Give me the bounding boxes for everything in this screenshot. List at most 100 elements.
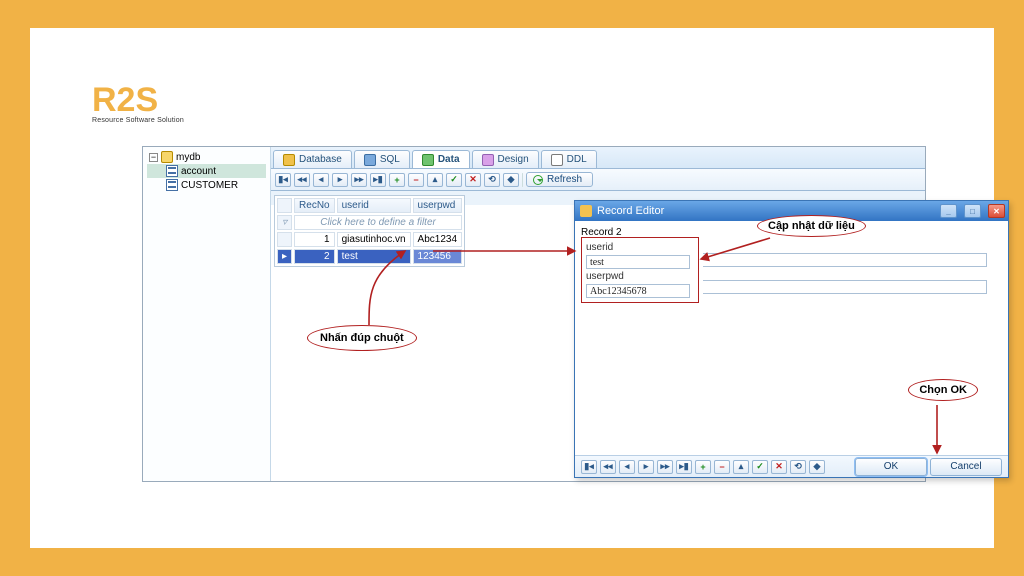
bookmark-icon[interactable]: ◆: [503, 173, 519, 187]
cancel-icon[interactable]: ✕: [771, 460, 787, 474]
app-window: − mydb account CUSTOMER Database SQL Dat…: [142, 146, 926, 482]
row-indicator: [277, 232, 292, 247]
tab-ddl[interactable]: DDL: [541, 150, 597, 168]
tree-item-label: CUSTOMER: [181, 180, 238, 191]
tree-node-customer[interactable]: CUSTOMER: [147, 178, 266, 192]
tab-label: SQL: [380, 154, 400, 165]
cell-userpwd[interactable]: Abc1234: [413, 232, 462, 247]
tab-label: Database: [299, 154, 342, 165]
data-icon: [422, 154, 434, 166]
page-frame: R2S Resource Software Solution − mydb ac…: [30, 28, 994, 548]
db-tree: − mydb account CUSTOMER: [143, 147, 271, 481]
annotation-choose-ok: Chọn OK: [908, 379, 978, 401]
add-icon[interactable]: +: [389, 173, 405, 187]
commit-icon[interactable]: ✓: [446, 173, 462, 187]
view-tabs: Database SQL Data Design DDL: [271, 147, 925, 169]
tab-design[interactable]: Design: [472, 150, 539, 168]
database-icon: [283, 154, 295, 166]
nav-next-icon[interactable]: ▸: [332, 173, 348, 187]
col-recno[interactable]: RecNo: [294, 198, 335, 213]
refresh-button[interactable]: Refresh: [526, 172, 593, 187]
cell-recno[interactable]: 2: [294, 249, 335, 264]
workarea: Database SQL Data Design DDL ▮◂ ◂◂ ◂ ▸ ▸…: [271, 147, 925, 481]
cell-userpwd[interactable]: 123456: [413, 249, 462, 264]
edit-icon[interactable]: ▴: [733, 460, 749, 474]
col-userid[interactable]: userid: [337, 198, 411, 213]
nav-first-icon[interactable]: ▮◂: [581, 460, 597, 474]
tree-item-label: account: [181, 166, 216, 177]
record-editor-dialog: Record Editor _ □ ✕ Record 2 userid user…: [574, 200, 1009, 478]
ddl-icon: [551, 154, 563, 166]
cell-userid[interactable]: test: [337, 249, 411, 264]
table-row[interactable]: ▸ 2 test 123456: [277, 249, 462, 264]
refresh-rec-icon[interactable]: ⟲: [790, 460, 806, 474]
tree-node-db[interactable]: − mydb: [147, 150, 266, 164]
dialog-icon: [580, 205, 592, 217]
nav-next-icon[interactable]: ▸: [638, 460, 654, 474]
dialog-toolbar: ▮◂ ◂◂ ◂ ▸ ▸▸ ▸▮ + − ▴ ✓ ✕ ⟲ ◆ OK Cancel: [575, 455, 1008, 477]
col-userpwd[interactable]: userpwd: [413, 198, 462, 213]
close-icon[interactable]: ✕: [988, 204, 1005, 218]
nav-prev-icon[interactable]: ◂: [619, 460, 635, 474]
field-label-userid: userid: [586, 242, 694, 253]
tab-database[interactable]: Database: [273, 150, 352, 168]
delete-icon[interactable]: −: [408, 173, 424, 187]
table-row[interactable]: 1 giasutinhoc.vn Abc1234: [277, 232, 462, 247]
cancel-label: Cancel: [950, 461, 981, 472]
bookmark-icon[interactable]: ◆: [809, 460, 825, 474]
field-label-userpwd: userpwd: [586, 271, 694, 282]
nav-prev-icon[interactable]: ◂: [313, 173, 329, 187]
tab-label: Data: [438, 154, 460, 165]
logo-subtitle: Resource Software Solution: [92, 117, 184, 124]
annotation-update: Cập nhật dữ liệu: [757, 215, 866, 237]
refresh-icon: [533, 175, 543, 185]
fields-highlight-box: userid userpwd: [581, 237, 699, 303]
nav-nextpage-icon[interactable]: ▸▸: [351, 173, 367, 187]
separator: [522, 173, 523, 187]
nav-nextpage-icon[interactable]: ▸▸: [657, 460, 673, 474]
filter-icon[interactable]: ▿: [277, 215, 292, 230]
maximize-icon[interactable]: □: [964, 204, 981, 218]
field-input-userpwd[interactable]: [586, 284, 690, 298]
table-icon: [166, 179, 178, 191]
tab-sql[interactable]: SQL: [354, 150, 410, 168]
refresh-label: Refresh: [547, 174, 582, 185]
add-icon[interactable]: +: [695, 460, 711, 474]
logo-title: R2S: [92, 83, 184, 117]
dialog-body: Record 2 userid userpwd Cập nhật: [575, 221, 1008, 455]
database-icon: [161, 151, 173, 163]
tree-node-account[interactable]: account: [147, 164, 266, 178]
nav-last-icon[interactable]: ▸▮: [370, 173, 386, 187]
tab-label: Design: [498, 154, 529, 165]
ok-button[interactable]: OK: [855, 458, 927, 476]
tab-label: DDL: [567, 154, 587, 165]
cell-userid[interactable]: giasutinhoc.vn: [337, 232, 411, 247]
tree-db-label: mydb: [176, 152, 200, 163]
cancel-icon[interactable]: ✕: [465, 173, 481, 187]
tab-data[interactable]: Data: [412, 150, 470, 168]
collapse-icon[interactable]: −: [149, 153, 158, 162]
filter-placeholder[interactable]: Click here to define a filter: [294, 215, 462, 230]
table-icon: [166, 165, 178, 177]
cell-recno[interactable]: 1: [294, 232, 335, 247]
commit-icon[interactable]: ✓: [752, 460, 768, 474]
nav-first-icon[interactable]: ▮◂: [275, 173, 291, 187]
nav-prevpage-icon[interactable]: ◂◂: [600, 460, 616, 474]
dialog-title: Record Editor: [597, 205, 664, 217]
edit-icon[interactable]: ▴: [427, 173, 443, 187]
delete-icon[interactable]: −: [714, 460, 730, 474]
annotation-doubleclick: Nhấn đúp chuột: [307, 325, 417, 351]
ok-label: OK: [884, 461, 898, 472]
refresh-rec-icon[interactable]: ⟲: [484, 173, 500, 187]
sql-icon: [364, 154, 376, 166]
grid-corner: [277, 198, 292, 213]
record-toolbar: ▮◂ ◂◂ ◂ ▸ ▸▸ ▸▮ + − ▴ ✓ ✕ ⟲ ◆ Refresh: [271, 169, 925, 191]
field-input-userid[interactable]: [586, 255, 690, 269]
nav-last-icon[interactable]: ▸▮: [676, 460, 692, 474]
minimize-icon[interactable]: _: [940, 204, 957, 218]
cancel-button[interactable]: Cancel: [930, 458, 1002, 476]
row-indicator-current: ▸: [277, 249, 292, 264]
data-grid[interactable]: RecNo userid userpwd ▿ Click here to def…: [274, 195, 465, 267]
brand-logo: R2S Resource Software Solution: [92, 83, 184, 124]
nav-prevpage-icon[interactable]: ◂◂: [294, 173, 310, 187]
